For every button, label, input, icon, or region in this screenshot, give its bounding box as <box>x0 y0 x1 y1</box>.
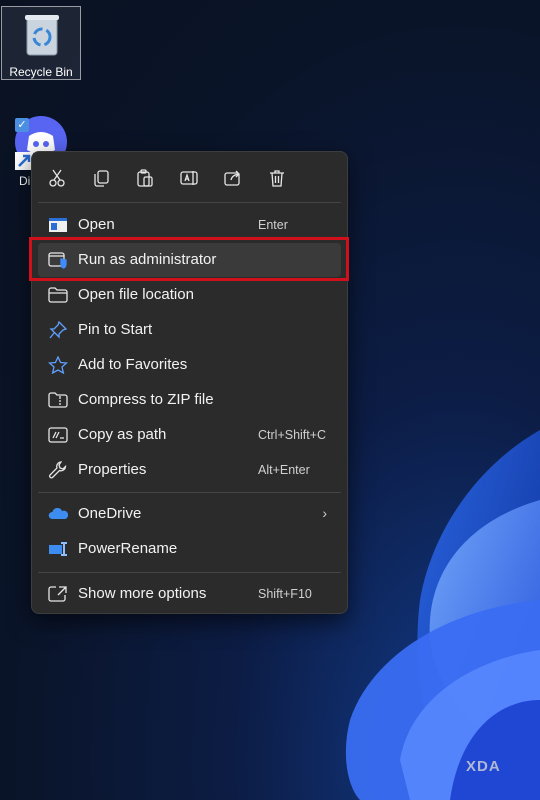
menu-item-onedrive[interactable]: OneDrive › <box>38 497 341 531</box>
powerrename-icon <box>49 542 67 556</box>
zip-folder-icon <box>48 392 68 408</box>
star-icon <box>48 356 68 374</box>
paste-button[interactable] <box>130 163 160 193</box>
pin-icon <box>49 321 68 339</box>
menu-item-label: Properties <box>78 461 147 478</box>
menu-item-add-to-favorites[interactable]: Add to Favorites <box>38 348 341 382</box>
cut-button[interactable] <box>42 163 72 193</box>
cut-icon <box>49 169 65 187</box>
copy-button[interactable] <box>86 163 116 193</box>
shortcut-label: Alt+Enter <box>258 463 310 477</box>
copy-path-icon <box>48 427 68 443</box>
chevron-right-icon: › <box>322 505 327 521</box>
open-app-icon <box>49 218 67 232</box>
discord-label: Di <box>19 174 31 188</box>
menu-item-label: Open file location <box>78 286 194 303</box>
menu-item-label: Show more options <box>78 585 207 602</box>
share-button[interactable] <box>218 163 248 193</box>
menu-item-label: Open <box>78 216 115 233</box>
menu-item-show-more-options[interactable]: Show more options Shift+F10 <box>38 577 341 611</box>
recycle-bin-shortcut[interactable]: Recycle Bin <box>1 6 81 80</box>
xda-watermark: XDA <box>466 758 501 775</box>
context-menu: Open Enter Run as administrator Open fil… <box>31 151 348 614</box>
paste-icon <box>137 169 153 187</box>
selected-check-icon: ✓ <box>15 118 29 132</box>
highlight-annotation <box>29 237 349 281</box>
menu-item-compress-to-zip[interactable]: Compress to ZIP file <box>38 383 341 417</box>
rename-button[interactable] <box>174 163 204 193</box>
rename-icon <box>180 171 198 185</box>
shortcut-label: Enter <box>258 218 288 232</box>
menu-item-pin-to-start[interactable]: Pin to Start <box>38 313 341 347</box>
menu-item-label: PowerRename <box>78 540 178 557</box>
menu-item-open-file-location[interactable]: Open file location <box>38 278 341 312</box>
menu-item-label: Add to Favorites <box>78 356 188 373</box>
delete-button[interactable] <box>262 163 292 193</box>
menu-item-powerrename[interactable]: PowerRename <box>38 532 341 566</box>
separator <box>38 202 341 203</box>
shortcut-label: Shift+F10 <box>258 587 312 601</box>
menu-item-label: Compress to ZIP file <box>78 391 214 408</box>
separator <box>38 572 341 573</box>
share-icon <box>224 170 240 186</box>
folder-icon <box>48 287 68 303</box>
menu-item-copy-as-path[interactable]: Copy as path Ctrl+Shift+C <box>38 418 341 452</box>
copy-icon <box>94 170 109 187</box>
menu-item-label: Copy as path <box>78 426 167 443</box>
wrench-icon <box>49 461 67 479</box>
recycle-bin-label: Recycle Bin <box>9 65 73 79</box>
menu-item-label: Pin to Start <box>78 321 153 338</box>
recycle-bin-icon <box>25 15 59 56</box>
quick-actions-bar <box>32 152 347 202</box>
onedrive-cloud-icon <box>48 507 68 519</box>
menu-item-properties[interactable]: Properties Alt+Enter <box>38 453 341 487</box>
shortcut-label: Ctrl+Shift+C <box>258 428 327 442</box>
menu-item-label: OneDrive <box>78 505 142 522</box>
delete-icon <box>270 170 284 187</box>
expand-icon <box>48 586 67 602</box>
separator <box>38 492 341 493</box>
